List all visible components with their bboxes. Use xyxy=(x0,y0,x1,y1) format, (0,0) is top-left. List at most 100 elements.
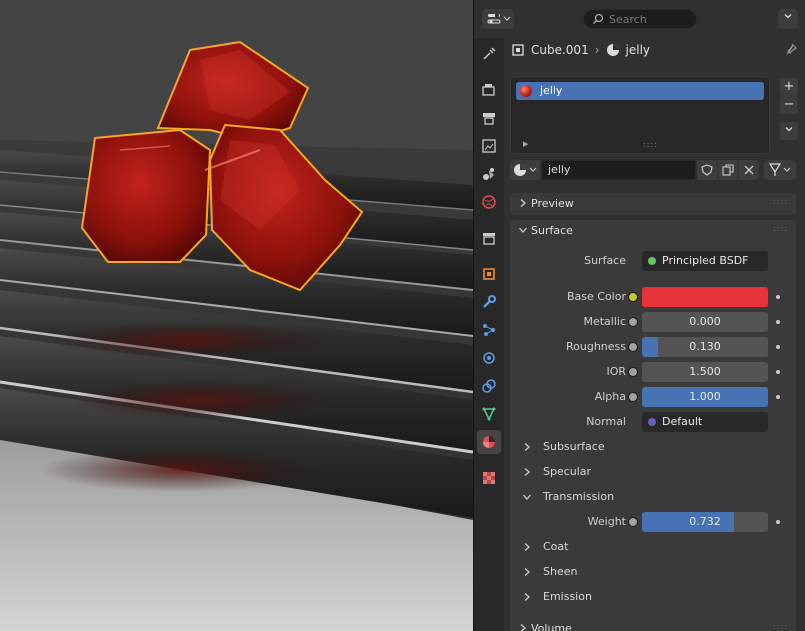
tab-texture[interactable] xyxy=(477,466,501,490)
fake-user-button[interactable] xyxy=(697,160,717,180)
tab-world[interactable] xyxy=(477,190,501,214)
material-browse-icon xyxy=(514,164,537,176)
tab-physics[interactable] xyxy=(477,346,501,370)
pin-icon[interactable] xyxy=(784,42,798,56)
prop-label: Surface xyxy=(584,254,626,267)
prop-label: Base Color xyxy=(566,290,626,303)
keyframe-icon[interactable] xyxy=(776,295,780,299)
chevron-right-icon xyxy=(524,593,530,601)
node-tree-button[interactable] xyxy=(764,160,796,180)
socket-icon[interactable] xyxy=(628,367,638,377)
scene-icon xyxy=(483,168,494,180)
prop-label: IOR xyxy=(606,365,626,378)
alpha-slider[interactable]: 1.000 xyxy=(642,387,768,407)
socket-icon[interactable] xyxy=(628,342,638,352)
base-color-swatch[interactable] xyxy=(642,287,768,307)
roughness-slider[interactable]: 0.130 xyxy=(642,337,768,357)
breadcrumb: Cube.001 › jelly xyxy=(511,42,650,58)
transmission-weight-slider[interactable]: 0.732 xyxy=(642,512,768,532)
tab-collection[interactable] xyxy=(477,226,501,250)
drag-handle[interactable]: :::: xyxy=(773,197,788,206)
subpanel-coat[interactable]: Coat xyxy=(510,537,796,557)
chevron-right-icon xyxy=(524,543,530,551)
panel-preview-label: Preview xyxy=(531,197,574,210)
slot-specials-button[interactable] xyxy=(780,122,798,140)
surface-shader-select[interactable]: Principled BSDF xyxy=(642,251,768,271)
material-icon xyxy=(483,436,495,448)
shield-icon xyxy=(701,164,713,176)
normal-row: Normal Default xyxy=(510,412,796,432)
chevron-down-icon xyxy=(784,14,792,19)
add-slot-button[interactable]: + xyxy=(780,78,798,96)
editor-type-menu[interactable] xyxy=(482,9,514,29)
panel-surface-label: Surface xyxy=(531,224,573,237)
subpanel-sheen[interactable]: Sheen xyxy=(510,562,796,582)
tab-particles[interactable] xyxy=(477,318,501,342)
subpanel-transmission[interactable]: Transmission xyxy=(510,487,796,507)
tab-data[interactable] xyxy=(477,402,501,426)
material-slot-item[interactable]: jelly xyxy=(516,82,764,100)
socket-icon[interactable] xyxy=(628,317,638,327)
subpanel-label: Sheen xyxy=(543,565,578,578)
material-properties: Cube.001 › jelly jelly ▶ :::: + − jelly … xyxy=(505,38,805,631)
drag-handle[interactable]: :::: xyxy=(773,224,788,233)
search-icon xyxy=(592,13,604,25)
subpanel-label: Coat xyxy=(543,540,569,553)
chevron-down-icon xyxy=(523,494,531,500)
keyframe-icon[interactable] xyxy=(776,345,780,349)
tab-scene[interactable] xyxy=(477,162,501,186)
material-selector: jelly xyxy=(510,160,801,180)
tab-output[interactable] xyxy=(477,106,501,130)
metallic-slider[interactable]: 0.000 xyxy=(642,312,768,332)
list-filter-toggle[interactable]: ▶ xyxy=(523,140,528,148)
tab-tool[interactable] xyxy=(477,42,501,66)
options-dropdown[interactable] xyxy=(778,9,798,29)
tab-constraints[interactable] xyxy=(477,374,501,398)
duplicate-material-button[interactable] xyxy=(718,160,738,180)
keyframe-icon[interactable] xyxy=(776,370,780,374)
keyframe-icon[interactable] xyxy=(776,395,780,399)
3d-viewport[interactable] xyxy=(0,0,473,631)
socket-icon[interactable] xyxy=(628,517,638,527)
browse-material-button[interactable] xyxy=(510,160,540,180)
search-input[interactable]: Search xyxy=(583,9,697,29)
panel-surface[interactable]: Surface :::: xyxy=(510,220,796,242)
chevron-right-icon xyxy=(520,624,526,631)
keyframe-icon[interactable] xyxy=(776,320,780,324)
alpha-row: Alpha 1.000 xyxy=(510,387,796,407)
tab-render[interactable] xyxy=(477,78,501,102)
subpanel-label: Subsurface xyxy=(543,440,605,453)
list-resize-grip[interactable]: :::: xyxy=(643,140,658,149)
drag-handle[interactable]: :::: xyxy=(773,622,788,631)
chevron-right-icon xyxy=(524,568,530,576)
subpanel-specular[interactable]: Specular xyxy=(510,462,796,482)
ior-field[interactable]: 1.500 xyxy=(642,362,768,382)
properties-editor: Search Cube.001 › jelly jelly ▶:::: + −… xyxy=(473,0,805,631)
mesh-object-icon xyxy=(512,44,524,56)
breadcrumb-separator: › xyxy=(594,43,600,57)
subpanel-label: Specular xyxy=(543,465,592,478)
tab-view-layer[interactable] xyxy=(477,134,501,158)
panel-preview[interactable]: Preview :::: xyxy=(510,193,796,215)
remove-slot-button[interactable]: − xyxy=(780,96,798,114)
transmission-weight-row: Weight 0.732 xyxy=(510,512,796,532)
subpanel-subsurface[interactable]: Subsurface xyxy=(510,437,796,457)
surface-shader-row: Surface Principled BSDF xyxy=(510,251,796,271)
tab-modifiers[interactable] xyxy=(477,290,501,314)
properties-header: Search xyxy=(474,0,805,38)
unlink-material-button[interactable] xyxy=(739,160,759,180)
view-layer-icon xyxy=(482,139,496,153)
alpha-value: 1.000 xyxy=(689,390,721,403)
chevron-down-icon xyxy=(519,227,527,233)
panel-volume[interactable]: Volume :::: xyxy=(510,618,796,631)
world-icon xyxy=(482,195,496,209)
subpanel-emission[interactable]: Emission xyxy=(510,587,796,607)
socket-icon[interactable] xyxy=(628,292,638,302)
keyframe-icon[interactable] xyxy=(776,520,780,524)
material-name-field[interactable]: jelly xyxy=(541,160,696,180)
socket-icon[interactable] xyxy=(628,392,638,402)
normal-input-select[interactable]: Default xyxy=(642,412,768,432)
material-slot-list[interactable]: jelly ▶ :::: xyxy=(510,76,770,154)
tab-object[interactable] xyxy=(477,262,501,286)
tab-material[interactable] xyxy=(477,430,501,454)
